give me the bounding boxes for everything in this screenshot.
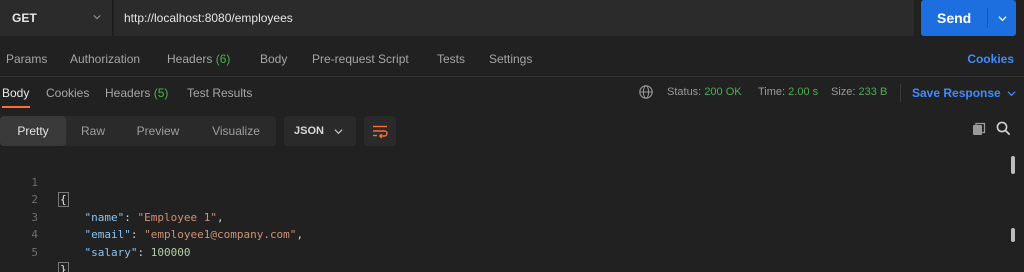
line-number: 5	[31, 245, 38, 259]
save-response-button[interactable]: Save Response	[912, 86, 1016, 100]
wrap-lines-button[interactable]	[364, 116, 396, 146]
chevron-down-icon	[1007, 91, 1016, 97]
code-line: 1 {	[0, 156, 1005, 207]
tab-authorization[interactable]: Authorization	[70, 52, 140, 66]
response-tabs: Body Cookies Headers (5) Test Results St…	[0, 78, 1024, 108]
send-divider	[987, 8, 988, 28]
response-body-code: 1 { 2 "name": "Employee 1", 3 "email": "…	[0, 156, 1005, 272]
request-tabs: Params Authorization Headers (6) Body Pr…	[0, 44, 1024, 74]
tab-settings[interactable]: Settings	[489, 52, 532, 66]
close-brace: }	[58, 262, 69, 272]
size-value: 233 B	[858, 86, 888, 98]
code-line: 5 }	[0, 226, 1005, 272]
chevron-down-icon	[334, 129, 343, 135]
view-pretty[interactable]: Pretty	[0, 116, 66, 146]
globe-icon[interactable]	[638, 84, 654, 100]
send-button[interactable]: Send	[921, 0, 1016, 36]
status-divider	[900, 84, 901, 102]
view-raw[interactable]: Raw	[66, 116, 120, 146]
active-tab-underline	[2, 106, 30, 108]
language-select[interactable]: JSON	[284, 116, 356, 146]
search-icon[interactable]	[996, 121, 1011, 136]
response-headers-count: (5)	[153, 86, 169, 100]
time-info: Time: 2.00 s	[758, 86, 819, 98]
method-label: GET	[12, 11, 37, 25]
tab-params[interactable]: Params	[6, 52, 47, 66]
tab-headers[interactable]: Headers (6)	[167, 52, 230, 66]
send-label: Send	[937, 10, 972, 26]
wrap-lines-icon	[373, 125, 388, 139]
size-info: Size: 233 B	[831, 86, 888, 98]
headers-count: (6)	[215, 52, 231, 66]
chevron-down-icon	[93, 15, 101, 20]
language-label: JSON	[294, 125, 324, 137]
copy-icon[interactable]	[972, 122, 986, 136]
response-tab-headers[interactable]: Headers (5)	[105, 86, 168, 100]
status-info: Status: 200 OK	[667, 86, 742, 98]
tab-pre-request-script[interactable]: Pre-request Script	[312, 52, 409, 66]
response-tab-test-results[interactable]: Test Results	[187, 86, 252, 100]
view-visualize[interactable]: Visualize	[196, 116, 276, 146]
tab-tests[interactable]: Tests	[437, 52, 465, 66]
code-line: 4 "salary": 100000	[0, 209, 1005, 259]
json-value: 100000	[150, 245, 191, 259]
vertical-scrollbar[interactable]	[1011, 156, 1015, 174]
response-tab-cookies[interactable]: Cookies	[46, 86, 89, 100]
status-value: 200 OK	[704, 86, 742, 98]
code-line: 2 "name": "Employee 1",	[0, 174, 1005, 224]
send-options-chevron-icon[interactable]	[998, 14, 1007, 23]
time-value: 2.00 s	[788, 86, 819, 98]
section-divider	[0, 76, 1024, 77]
view-mode-segmented-control: Pretty Raw Preview Visualize	[0, 116, 276, 146]
url-input[interactable]: http://localhost:8080/employees	[114, 0, 914, 36]
vertical-scrollbar-marker[interactable]	[1011, 228, 1015, 242]
view-preview[interactable]: Preview	[120, 116, 196, 146]
url-text: http://localhost:8080/employees	[124, 11, 293, 25]
code-line: 3 "email": "employee1@company.com",	[0, 191, 1005, 242]
json-key: "salary"	[84, 245, 138, 259]
tab-body[interactable]: Body	[260, 52, 287, 66]
cookies-link[interactable]: Cookies	[967, 52, 1014, 66]
response-tab-body[interactable]: Body	[2, 86, 29, 100]
request-url-bar: GET http://localhost:8080/employees Send	[0, 0, 1024, 38]
method-select[interactable]: GET	[0, 0, 113, 36]
